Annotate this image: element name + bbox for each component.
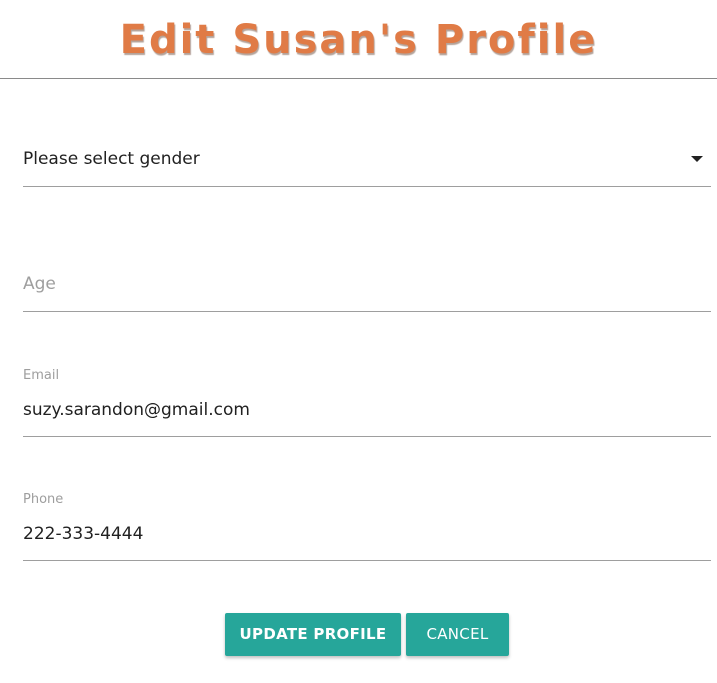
caret-down-icon: [691, 156, 703, 162]
email-input[interactable]: suzy.sarandon@gmail.com: [23, 400, 250, 420]
age-field-container: [23, 264, 711, 312]
update-profile-button[interactable]: UPDATE PROFILE: [225, 613, 401, 656]
header-divider: [0, 78, 717, 79]
gender-select-value: Please select gender: [23, 149, 200, 169]
email-field-container: Email suzy.sarandon@gmail.com: [23, 366, 711, 437]
cancel-button[interactable]: CANCEL: [406, 613, 509, 656]
phone-field-container: Phone 222-333-4444: [23, 490, 711, 561]
age-input[interactable]: [23, 274, 711, 294]
gender-select[interactable]: Please select gender: [23, 140, 711, 187]
page-title: Edit Susan's Profile: [119, 17, 598, 63]
phone-label: Phone: [23, 492, 64, 507]
phone-input[interactable]: 222-333-4444: [23, 524, 143, 544]
email-label: Email: [23, 368, 60, 383]
